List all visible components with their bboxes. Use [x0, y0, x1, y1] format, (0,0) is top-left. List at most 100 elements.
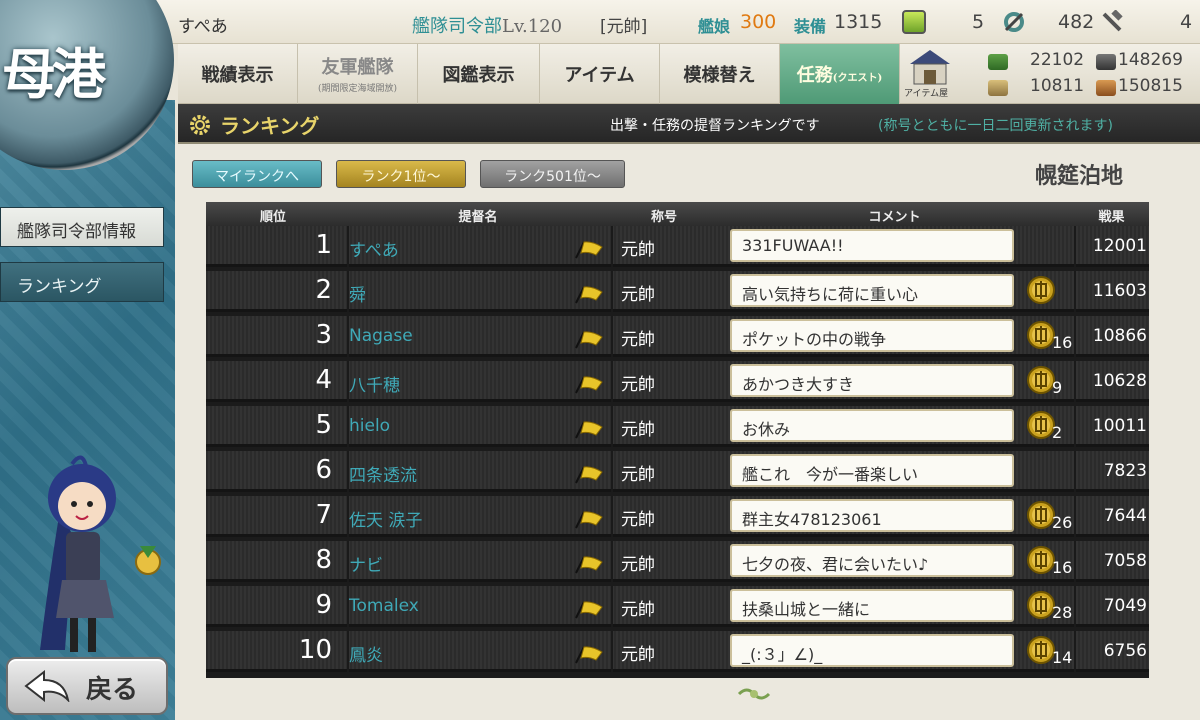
comment-bubble: あかつき大すき — [730, 364, 1014, 397]
rank-cell: 2 — [315, 275, 332, 305]
sidebar-item-ranking[interactable]: ランキング — [0, 262, 164, 302]
ammo-icon — [1096, 54, 1116, 70]
section-description: 出撃・任務の提督ランキングです — [610, 118, 820, 134]
comment-bubble: 331FUWAA!! — [730, 229, 1014, 262]
score-cell: 7823 — [1074, 451, 1149, 492]
medal-count: 14 — [1052, 648, 1073, 667]
admiral-name: ナビ — [347, 541, 609, 582]
bauxite-count: 150815 — [1118, 76, 1183, 96]
menu-battle-record-label: 戦績表示 — [201, 65, 274, 86]
menu-friend-fleet-label: 友軍艦隊 — [321, 57, 394, 78]
score-cell: 7644 — [1074, 496, 1149, 537]
secretary-character-image[interactable] — [20, 450, 170, 660]
rank-1-button[interactable]: ランク1位～ — [336, 160, 466, 188]
my-rank-button[interactable]: マイランクへ — [192, 160, 322, 188]
menu-items-label: アイテム — [564, 65, 635, 86]
rank-title: 元帥 — [611, 496, 717, 537]
table-row[interactable]: 3 Nagase 元帥 ポケットの中の戦争 16 10866 — [206, 316, 1149, 357]
score-cell: 7058 — [1074, 541, 1149, 582]
bauxite-icon — [1096, 80, 1116, 96]
score-cell: 10628 — [1074, 361, 1149, 402]
score-cell: 10866 — [1074, 316, 1149, 357]
table-row[interactable]: 6 四条透流 元帥 艦これ 今が一番楽しい 7823 — [206, 451, 1149, 492]
header-title: 称号 — [650, 210, 677, 225]
rank-cell: 6 — [315, 455, 332, 485]
steel-icon — [988, 80, 1008, 96]
flag-icon — [575, 421, 603, 439]
menu-furniture-label: 模様替え — [683, 65, 756, 86]
rank-title: 元帥 — [611, 631, 717, 672]
flag-icon — [575, 376, 603, 394]
rank-cell: 3 — [315, 320, 332, 350]
rank-cell: 9 — [315, 590, 332, 620]
menu-friend-fleet[interactable]: 友軍艦隊 (期間限定海域開放) — [298, 44, 418, 104]
menu-friend-fleet-sub: (期間限定海域開放) — [317, 84, 398, 94]
section-header: ランキング 出撃・任務の提督ランキングです (称号とともに一日二回更新されます) — [178, 104, 1200, 144]
table-row[interactable]: 10 鳳炎 元帥 _(:３」∠)_ 14 6756 — [206, 631, 1149, 672]
comment-bubble: 七夕の夜、君に会いたい♪ — [730, 544, 1014, 577]
ornament-icon — [737, 688, 771, 700]
ammo-count: 148269 — [1118, 50, 1183, 70]
table-row[interactable]: 4 八千穂 元帥 あかつき大すき 9 10628 — [206, 361, 1149, 402]
comment-bubble: ポケットの中の戦争 — [730, 319, 1014, 352]
admiral-name: 四条透流 — [347, 451, 609, 492]
comment-bubble: 高い気持ちに荷に重い心 — [730, 274, 1014, 307]
table-header: 順位 提督名 称号 コメント 戦果 — [206, 202, 1149, 226]
flag-icon — [575, 646, 603, 664]
menu-furniture[interactable]: 模様替え — [660, 44, 780, 104]
admiral-name: 八千穂 — [347, 361, 609, 402]
comment-bubble: 艦これ 今が一番楽しい — [730, 454, 1014, 487]
rank-cell: 7 — [315, 500, 332, 530]
table-row[interactable]: 5 hielo 元帥 お休み 2 10011 — [206, 406, 1149, 447]
ranking-panel: マイランクへ ランク1位～ ランク501位～ 幌筵泊地 順位 提督名 称号 コメ… — [175, 144, 1200, 720]
table-row[interactable]: 1 すぺあ 元帥 331FUWAA!! 12001 — [206, 226, 1149, 267]
screw-count: 4 — [1180, 11, 1193, 33]
score-cell: 11603 — [1074, 271, 1149, 312]
flag-icon — [575, 286, 603, 304]
fuel-icon — [988, 54, 1008, 70]
menu-items[interactable]: アイテム — [540, 44, 660, 104]
admiral-name: すぺあ — [347, 226, 609, 267]
rank-501-button[interactable]: ランク501位～ — [480, 160, 625, 188]
rank-cell: 4 — [315, 365, 332, 395]
table-row[interactable]: 8 ナビ 元帥 七夕の夜、君に会いたい♪ 16 7058 — [206, 541, 1149, 582]
score-cell: 7049 — [1074, 586, 1149, 627]
menu-encyclopedia[interactable]: 図鑑表示 — [418, 44, 540, 104]
ships-count: 300 — [740, 11, 777, 33]
admiral-name: 舜 — [347, 271, 609, 312]
home-port-label[interactable]: 母港 — [2, 30, 106, 109]
bucket-icon — [902, 10, 926, 34]
equip-label: 装備 — [794, 17, 827, 36]
item-shop-button[interactable]: アイテム屋 — [904, 48, 956, 100]
back-button[interactable]: 戻る — [6, 657, 168, 715]
medal-count: 28 — [1052, 603, 1073, 622]
comment-bubble: _(:３」∠)_ — [730, 634, 1014, 667]
server-name: 幌筵泊地 — [1035, 163, 1124, 189]
admiral-name: 佐天 涙子 — [347, 496, 609, 537]
sidebar-item-hq-info[interactable]: 艦隊司令部情報 — [0, 207, 164, 247]
menu-quest[interactable]: 任務(クエスト) — [780, 44, 900, 104]
table-row[interactable]: 2 舜元帥 高い気持ちに荷に重い心 11603 — [206, 271, 1149, 312]
screw-icon — [1100, 9, 1124, 34]
menu-battle-record[interactable]: 戦績表示 — [178, 44, 298, 104]
score-cell: 12001 — [1074, 226, 1149, 267]
rank-cell: 1 — [315, 230, 332, 260]
back-button-label: 戻る — [86, 675, 139, 705]
flag-icon — [575, 241, 603, 259]
menu-quest-label: 任務 — [796, 65, 833, 86]
menu-bar: 戦績表示 友軍艦隊 (期間限定海域開放) 図鑑表示 アイテム 模様替え 任務(ク… — [178, 44, 1200, 104]
section-update-note: (称号とともに一日二回更新されます) — [878, 118, 1113, 134]
table-row[interactable]: 9 Tomalex 元帥 扶桑山城と一緒に 28 7049 — [206, 586, 1149, 627]
flag-icon — [575, 331, 603, 349]
rank-cell: 10 — [298, 635, 332, 665]
table-row[interactable]: 7 佐天 涙子 元帥 群主女478123061 26 7644 — [206, 496, 1149, 537]
header-score: 戦果 — [1098, 210, 1125, 225]
header-rank: 順位 — [259, 210, 286, 225]
flag-icon — [575, 556, 603, 574]
rank-title: 元帥 — [611, 406, 717, 447]
medal-count: 26 — [1052, 513, 1073, 532]
fuel-count: 22102 — [1030, 50, 1085, 70]
comment-bubble: お休み — [730, 409, 1014, 442]
rank-title: 元帥 — [611, 541, 717, 582]
rank-title: 元帥 — [611, 226, 717, 267]
